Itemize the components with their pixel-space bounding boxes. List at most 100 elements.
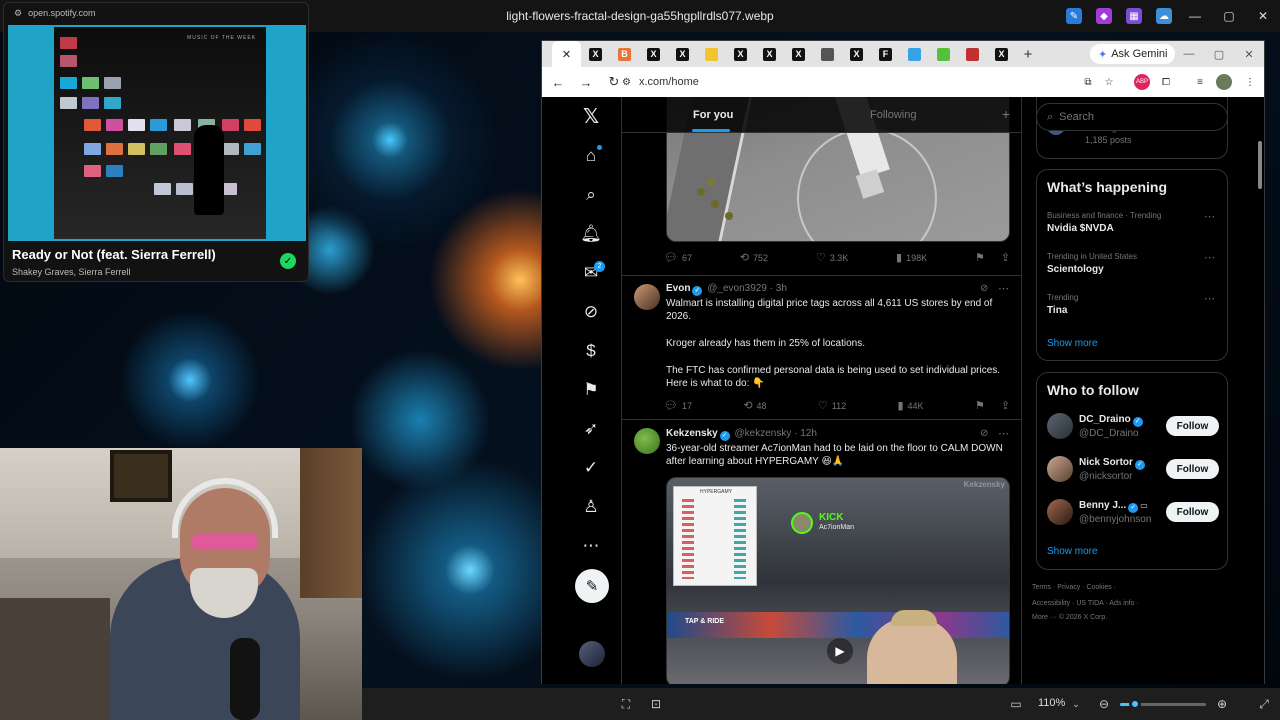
grok-explain-icon[interactable]: ⊘ (980, 428, 988, 439)
grok-explain-icon[interactable]: ⊘ (980, 283, 988, 294)
follow-handle[interactable]: @nicksortor (1079, 471, 1133, 482)
follow-avatar[interactable] (1047, 499, 1073, 525)
browser-minimize-button[interactable]: — (1174, 41, 1204, 67)
trend-more-icon[interactable]: ⋯ (1204, 251, 1215, 264)
browser-tab[interactable]: X (639, 43, 668, 65)
repost-button[interactable]: ⟲ 752 (740, 251, 768, 264)
close-button[interactable]: ✕ (1246, 0, 1280, 32)
install-app-icon[interactable]: ⧉ (1080, 74, 1096, 90)
tweet-video[interactable]: HYPERGAMY Kekzensky KICK Ac7ionMan TAP &… (666, 477, 1010, 684)
browser-maximize-button[interactable]: ▢ (1204, 41, 1234, 67)
views-button[interactable]: ▮ 198K (896, 251, 927, 264)
saved-check-icon[interactable]: ✓ (280, 253, 296, 269)
tweet-more-icon[interactable]: ⋯ (998, 427, 1009, 440)
follow-name[interactable]: Nick Sortor ✓ (1079, 457, 1147, 470)
zoom-in-icon[interactable]: ⊕ (1214, 696, 1230, 712)
copilot-icon[interactable]: ◆ (1096, 8, 1112, 24)
track-artists[interactable]: Shakey Graves, Sierra Ferrell (12, 267, 131, 277)
track-title[interactable]: Ready or Not (feat. Sierra Ferrell) (12, 247, 216, 262)
follow-button[interactable]: Follow (1166, 416, 1219, 436)
browser-tab[interactable] (900, 43, 929, 65)
address-bar[interactable]: ⚙ x.com/home (622, 71, 1122, 93)
grok-icon[interactable]: ⊘ (580, 301, 602, 323)
x-search-input[interactable]: ⌕ Search (1036, 103, 1228, 131)
zoom-slider[interactable] (1120, 698, 1206, 710)
browser-tab[interactable] (697, 43, 726, 65)
follow-avatar[interactable] (1047, 456, 1073, 482)
zoom-slider-thumb[interactable] (1129, 698, 1142, 710)
tweet-handle[interactable]: @kekzensky (734, 428, 791, 439)
more-circle-icon[interactable]: ⋯ (580, 535, 602, 557)
profile-icon[interactable]: ♙ (580, 496, 602, 518)
page-scrollbar[interactable] (1257, 101, 1263, 681)
share-icon[interactable]: ⇪ (1001, 399, 1010, 412)
like-button[interactable]: ♡ 112 (818, 399, 846, 412)
bookmark-star-icon[interactable]: ☆ (1101, 74, 1117, 90)
forward-icon[interactable]: → (574, 70, 598, 94)
bookmark-icon[interactable]: ⚑ (975, 251, 985, 264)
add-feed-icon[interactable]: + (1002, 106, 1010, 122)
fit-window-icon[interactable]: ▭ (1008, 696, 1024, 712)
compose-post-button[interactable]: ✎ (575, 569, 609, 603)
browser-tab[interactable]: B (610, 43, 639, 65)
browser-tab[interactable]: F (871, 43, 900, 65)
jobs-rocket-icon[interactable]: ➶ (580, 418, 602, 440)
show-more-link[interactable]: Show more (1047, 546, 1098, 557)
show-more-link[interactable]: Show more (1047, 338, 1098, 349)
browser-tab[interactable]: X (668, 43, 697, 65)
browser-tab[interactable]: X (784, 43, 813, 65)
footer-links[interactable]: Accessibility · US TIDA · Ads info · (1032, 600, 1139, 607)
tab-following[interactable]: Following (870, 109, 916, 121)
minimize-button[interactable]: — (1178, 0, 1212, 32)
bookmarks-icon[interactable]: ⚑ (580, 379, 602, 401)
menu-icon[interactable]: ⋮ (1242, 74, 1258, 90)
trend-more-icon[interactable]: ⋯ (1204, 292, 1215, 305)
timeline-feed[interactable]: For you Following + 💬︎ 67 ⟲ 752 ♡ 3.3K ▮… (622, 97, 1022, 684)
fullscreen-icon[interactable]: ⤢ (1256, 696, 1272, 712)
maximize-button[interactable]: ▢ (1212, 0, 1246, 32)
follow-name[interactable]: Benny J... ✓ ▭ (1079, 500, 1148, 513)
browser-tab[interactable] (929, 43, 958, 65)
browser-tab[interactable]: X (842, 43, 871, 65)
share-icon[interactable]: ⇪ (1001, 251, 1010, 264)
zoom-out-icon[interactable]: ⊖ (1096, 696, 1112, 712)
tab-active-close[interactable]: ✕ (552, 41, 581, 67)
browser-tab[interactable] (813, 43, 842, 65)
browser-tab[interactable] (958, 43, 987, 65)
follow-handle[interactable]: @bennyjohnson (1079, 514, 1151, 525)
tweet-handle[interactable]: @_evon3929 (707, 283, 767, 294)
browser-close-button[interactable]: ✕ (1234, 41, 1264, 67)
browser-tab[interactable]: X (987, 43, 1016, 65)
zoom-level[interactable]: 110% (1038, 697, 1065, 709)
ask-gemini-button[interactable]: ✦ Ask Gemini (1090, 44, 1176, 64)
edit-icon[interactable]: ✎ (1066, 8, 1082, 24)
site-settings-icon[interactable]: ⚙ (14, 8, 22, 19)
explore-search-icon[interactable]: ⌕ (580, 184, 602, 206)
repost-button[interactable]: ⟲ 48 (743, 399, 766, 412)
follow-avatar[interactable] (1047, 413, 1073, 439)
chevron-down-icon[interactable]: ⌄ (1068, 696, 1084, 712)
x-logo-icon[interactable]: 𝕏 (580, 105, 602, 128)
verified-orgs-icon[interactable]: ✓ (580, 457, 602, 479)
like-button[interactable]: ♡ 3.3K (816, 251, 848, 264)
play-icon[interactable]: ▶ (827, 638, 853, 664)
follow-button[interactable]: Follow (1166, 502, 1219, 522)
follow-button[interactable]: Follow (1166, 459, 1219, 479)
premium-icon[interactable]: $ (580, 340, 602, 362)
browser-tab[interactable]: X (755, 43, 784, 65)
site-info-icon[interactable]: ⚙ (622, 77, 631, 88)
spotify-miniplayer[interactable]: ⚙ open.spotify.com MUSIC OF THE WEEK Rea… (3, 2, 309, 282)
trend-more-icon[interactable]: ⋯ (1204, 210, 1215, 223)
tweet-author-name[interactable]: Kekzensky (666, 428, 718, 439)
screenshot-icon[interactable]: ⛶ (618, 696, 634, 712)
tab-for-you[interactable]: For you (693, 109, 733, 121)
text-extract-icon[interactable]: ⊡ (648, 696, 664, 712)
bookmark-icon[interactable]: ⚑ (975, 399, 985, 412)
reading-list-icon[interactable]: ≡ (1192, 74, 1208, 90)
notifications-bell-icon[interactable]: 🔔︎ (580, 223, 602, 245)
footer-links[interactable]: Terms · Privacy · Cookies · (1032, 584, 1116, 591)
adblock-icon[interactable]: ABP (1134, 74, 1150, 90)
tweet-author-name[interactable]: Evon (666, 283, 690, 294)
tweet-more-icon[interactable]: ⋯ (998, 282, 1009, 295)
scrollbar-thumb[interactable] (1258, 141, 1262, 189)
